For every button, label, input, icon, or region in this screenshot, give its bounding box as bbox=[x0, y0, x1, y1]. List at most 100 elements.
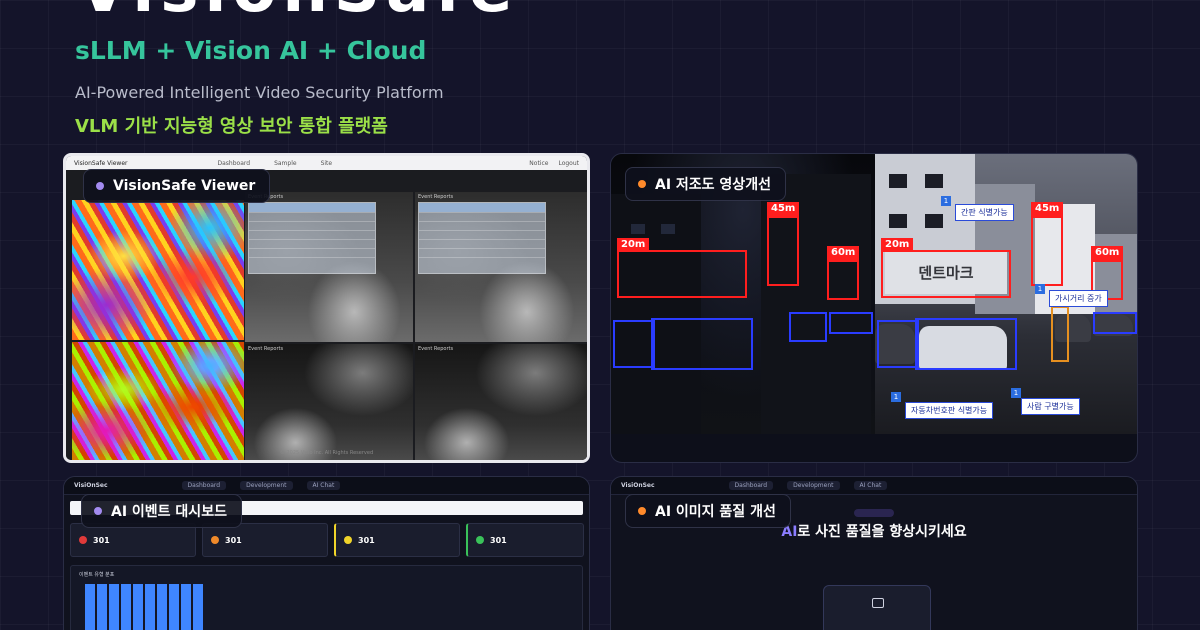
dashboard-nav-ai-chat[interactable]: AI Chat bbox=[306, 481, 341, 490]
card-tag-label: AI 이벤트 대시보드 bbox=[111, 504, 227, 520]
chart-title: 이벤트 유형 분포 bbox=[79, 572, 115, 578]
status-dot-icon bbox=[211, 536, 219, 544]
ir-feed-4[interactable]: Event Reports bbox=[415, 344, 587, 460]
viewer-nav-site[interactable]: Site bbox=[321, 160, 333, 167]
distance-label: 45m bbox=[1031, 202, 1064, 216]
iq-nav-development[interactable]: Development bbox=[787, 481, 840, 490]
chart-bar bbox=[157, 584, 167, 630]
scene-after: 덴트마크 20m 45m 60m 1 간판 식별가능 1 가시거리 증가 1 자… bbox=[875, 154, 1137, 434]
vehicle-box bbox=[915, 318, 1017, 370]
stat-card[interactable]: 301 bbox=[70, 523, 196, 557]
iq-chip bbox=[854, 509, 894, 517]
ir-feed-1[interactable]: Event Reports bbox=[245, 192, 413, 342]
chart-bar bbox=[145, 584, 155, 630]
card-tag-label: AI 저조도 영상개선 bbox=[655, 177, 771, 193]
vehicle-box bbox=[829, 312, 873, 334]
annotation-signboard: 간판 식별가능 bbox=[955, 204, 1014, 221]
stat-card[interactable]: 301 bbox=[202, 523, 328, 557]
annotation-person: 사람 구별가능 bbox=[1021, 398, 1080, 415]
card-lowlight-enhancement[interactable]: 20m 45m 60m 덴트마크 20m 45m 60m 1 간판 식별가능 1… bbox=[610, 153, 1138, 463]
event-table-2 bbox=[418, 202, 546, 274]
iq-nav-ai-chat[interactable]: AI Chat bbox=[853, 481, 888, 490]
card-tag-lowlight: AI 저조도 영상개선 bbox=[625, 167, 786, 201]
ir-feed-4-title: Event Reports bbox=[418, 346, 454, 352]
tag-dot-icon bbox=[638, 180, 646, 188]
distance-label: 60m bbox=[1091, 246, 1124, 260]
image-icon bbox=[872, 598, 884, 608]
distance-label: 45m bbox=[767, 202, 800, 216]
card-image-quality[interactable]: VisiOnSec Dashboard Development AI Chat … bbox=[610, 476, 1138, 630]
distance-label: 20m bbox=[617, 238, 650, 252]
tagline-korean: VLM 기반 지능형 영상 보안 통합 플랫폼 bbox=[75, 116, 388, 137]
event-type-chart: 이벤트 유형 분포 bbox=[70, 565, 583, 630]
iq-nav-dashboard[interactable]: Dashboard bbox=[728, 481, 774, 490]
annotation-license-plate: 자동차번호판 식별가능 bbox=[905, 402, 994, 419]
viewer-app-bar: VisionSafe Viewer Dashboard Sample Site … bbox=[66, 156, 587, 170]
status-dot-icon bbox=[476, 536, 484, 544]
dashboard-nav-development[interactable]: Development bbox=[240, 481, 293, 490]
stat-value: 301 bbox=[93, 535, 110, 545]
tag-dot-icon bbox=[94, 507, 102, 515]
card-tag-label: VisionSafe Viewer bbox=[113, 178, 256, 194]
chart-bar bbox=[169, 584, 179, 630]
detection-box bbox=[881, 250, 1011, 298]
tag-dot-icon bbox=[96, 182, 104, 190]
note-number: 1 bbox=[1035, 284, 1045, 294]
stat-value: 301 bbox=[225, 535, 242, 545]
chart-bar bbox=[133, 584, 143, 630]
note-number: 1 bbox=[941, 196, 951, 206]
stat-value: 301 bbox=[490, 535, 507, 545]
chart-bars bbox=[85, 584, 215, 630]
note-number: 1 bbox=[891, 392, 901, 402]
detection-box bbox=[827, 260, 859, 300]
thermal-feed-1[interactable] bbox=[72, 200, 244, 340]
upload-dropzone[interactable] bbox=[823, 585, 931, 630]
tagline-main: sLLM + Vision AI + Cloud bbox=[75, 36, 427, 65]
vehicle-box bbox=[877, 320, 919, 368]
viewer-nav-notice[interactable]: Notice bbox=[529, 160, 548, 167]
chart-bar bbox=[181, 584, 191, 630]
iq-app-title: VisiOnSec bbox=[621, 482, 655, 489]
viewer-nav-sample[interactable]: Sample bbox=[274, 160, 297, 167]
card-tag-dashboard: AI 이벤트 대시보드 bbox=[81, 494, 242, 528]
viewer-app-title: VisionSafe Viewer bbox=[74, 159, 128, 167]
ir-feed-2[interactable]: Event Reports bbox=[415, 192, 587, 342]
stat-card[interactable]: 301 bbox=[334, 523, 460, 557]
distance-label: 20m bbox=[881, 238, 914, 252]
detection-box bbox=[617, 250, 747, 298]
vehicle-box bbox=[1093, 312, 1137, 334]
iq-headline-rest: 로 사진 품질을 향상시키세요 bbox=[797, 524, 967, 540]
status-dot-icon bbox=[344, 536, 352, 544]
tag-dot-icon bbox=[638, 507, 646, 515]
iq-top-bar: VisiOnSec Dashboard Development AI Chat bbox=[611, 477, 1137, 495]
dashboard-nav-dashboard[interactable]: Dashboard bbox=[181, 481, 227, 490]
card-tag-viewer: VisionSafe Viewer bbox=[83, 169, 271, 203]
card-tag-image-quality: AI 이미지 품질 개선 bbox=[625, 494, 791, 528]
viewer-nav-dashboard[interactable]: Dashboard bbox=[218, 160, 251, 167]
thermal-feed-2[interactable] bbox=[72, 342, 244, 460]
ir-feed-3[interactable]: Event Reports bbox=[245, 344, 413, 460]
card-tag-label: AI 이미지 품질 개선 bbox=[655, 504, 776, 520]
card-event-dashboard[interactable]: VisiOnSec Dashboard Development AI Chat … bbox=[63, 476, 590, 630]
chart-bar bbox=[109, 584, 119, 630]
note-number: 1 bbox=[1011, 388, 1021, 398]
ir-feed-2-title: Event Reports bbox=[418, 194, 454, 200]
vehicle-box bbox=[613, 320, 655, 368]
brand-title-cropped: VisionSafe bbox=[78, 0, 518, 22]
annotation-visibility: 가시거리 증가 bbox=[1049, 290, 1108, 307]
person-box bbox=[1051, 306, 1069, 362]
stat-value: 301 bbox=[358, 535, 375, 545]
chart-bar bbox=[193, 584, 203, 630]
event-table-1 bbox=[248, 202, 376, 274]
status-dot-icon bbox=[79, 536, 87, 544]
tagline-english: AI-Powered Intelligent Video Security Pl… bbox=[75, 83, 444, 102]
dashboard-top-bar: VisiOnSec Dashboard Development AI Chat bbox=[64, 477, 589, 495]
chart-bar bbox=[97, 584, 107, 630]
chart-bar bbox=[121, 584, 131, 630]
card-visionsafe-viewer[interactable]: VisionSafe Viewer Dashboard Sample Site … bbox=[63, 153, 590, 463]
viewer-footer: © 2025 Visio Inc. All Rights Reserved bbox=[279, 450, 374, 456]
dashboard-app-title: VisiOnSec bbox=[74, 482, 108, 489]
chart-bar bbox=[85, 584, 95, 630]
viewer-nav-logout[interactable]: Logout bbox=[558, 160, 579, 167]
stat-card[interactable]: 301 bbox=[466, 523, 584, 557]
